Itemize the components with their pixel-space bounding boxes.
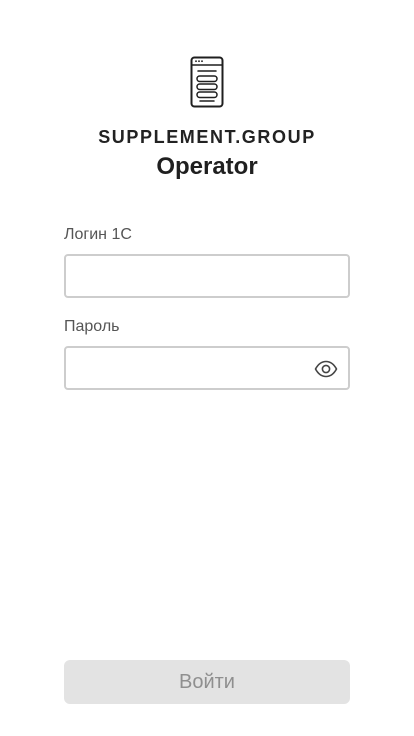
login-field-wrapper bbox=[64, 254, 350, 298]
login-input[interactable] bbox=[66, 256, 348, 296]
document-list-icon bbox=[190, 56, 224, 108]
eye-icon[interactable] bbox=[314, 357, 338, 381]
password-input[interactable] bbox=[66, 348, 348, 388]
password-label: Пароль bbox=[64, 318, 120, 335]
password-field-wrapper bbox=[64, 346, 350, 390]
login-label: Логин 1С bbox=[64, 226, 132, 243]
brand-name: SUPPLEMENT.GROUP bbox=[98, 127, 316, 147]
app-title: Operator bbox=[156, 153, 258, 180]
login-button[interactable]: Войти bbox=[64, 660, 350, 704]
